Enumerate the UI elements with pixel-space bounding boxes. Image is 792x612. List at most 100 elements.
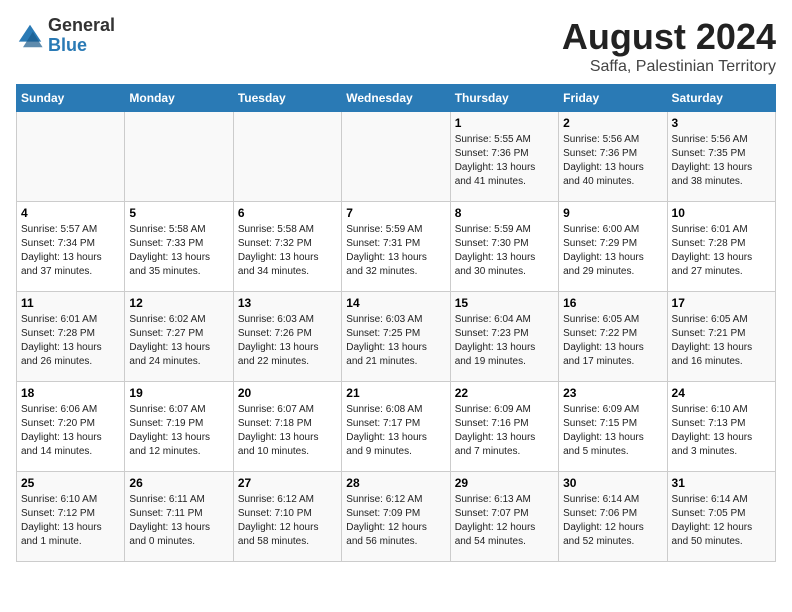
day-cell: 9Sunrise: 6:00 AMSunset: 7:29 PMDaylight… (559, 202, 667, 292)
day-info: Sunrise: 6:11 AMSunset: 7:11 PMDaylight:… (129, 493, 228, 549)
day-info: Sunrise: 6:05 AMSunset: 7:22 PMDaylight:… (563, 313, 662, 369)
day-cell: 12Sunrise: 6:02 AMSunset: 7:27 PMDayligh… (125, 292, 233, 382)
day-number: 11 (21, 296, 120, 310)
day-number: 18 (21, 386, 120, 400)
day-number: 8 (455, 206, 554, 220)
day-number: 22 (455, 386, 554, 400)
day-number: 29 (455, 476, 554, 490)
day-cell: 10 Sunrise: 6:01 AMSunset: 7:28 PMDayligh… (667, 202, 775, 292)
day-cell: 3Sunrise: 5:56 AMSunset: 7:35 PMDaylight… (667, 112, 775, 202)
day-number: 6 (238, 206, 337, 220)
week-row-2: 4 Sunrise: 5:57 AMSunset: 7:34 PMDaylight… (17, 202, 776, 292)
column-header-sunday: Sunday (17, 85, 125, 112)
day-cell: 1Sunrise: 5:55 AMSunset: 7:36 PMDaylight… (450, 112, 558, 202)
column-header-saturday: Saturday (667, 85, 775, 112)
day-cell: 18Sunrise: 6:06 AMSunset: 7:20 PMDayligh… (17, 382, 125, 472)
day-cell: 7 Sunrise: 5:59 AMSunset: 7:31 PMDaylight… (342, 202, 450, 292)
day-cell: 5 Sunrise: 5:58 AMSunset: 7:33 PMDaylight… (125, 202, 233, 292)
title-block: August 2024 Saffa, Palestinian Territory (562, 16, 776, 76)
day-number: 4 (21, 206, 120, 220)
day-cell: 19Sunrise: 6:07 AMSunset: 7:19 PMDayligh… (125, 382, 233, 472)
column-header-friday: Friday (559, 85, 667, 112)
day-cell (342, 112, 450, 202)
day-cell: 27 Sunrise: 6:12 AMSunset: 7:10 PMDayligh… (233, 472, 341, 562)
day-cell: 30 Sunrise: 6:14 AMSunset: 7:06 PMDayligh… (559, 472, 667, 562)
day-info: Sunrise: 6:04 AMSunset: 7:23 PMDaylight:… (455, 313, 554, 369)
logo-blue-text: Blue (48, 35, 87, 55)
main-title: August 2024 (562, 16, 776, 58)
day-cell (233, 112, 341, 202)
page-header: General Blue August 2024 Saffa, Palestin… (16, 16, 776, 76)
column-header-monday: Monday (125, 85, 233, 112)
day-number: 27 (238, 476, 337, 490)
day-number: 10 (672, 206, 771, 220)
week-row-4: 18Sunrise: 6:06 AMSunset: 7:20 PMDayligh… (17, 382, 776, 472)
day-cell: 16Sunrise: 6:05 AMSunset: 7:22 PMDayligh… (559, 292, 667, 382)
day-number: 30 (563, 476, 662, 490)
day-info: Sunrise: 6:12 AMSunset: 7:09 PMDaylight:… (346, 493, 445, 549)
day-cell: 25 Sunrise: 6:10 AMSunset: 7:12 PMDayligh… (17, 472, 125, 562)
day-number: 2 (563, 116, 662, 130)
day-number: 23 (563, 386, 662, 400)
day-cell: 31Sunrise: 6:14 AMSunset: 7:05 PMDayligh… (667, 472, 775, 562)
day-info: Sunrise: 6:00 AMSunset: 7:29 PMDaylight:… (563, 223, 662, 279)
day-info: Sunrise: 5:59 AMSunset: 7:31 PMDaylight:… (346, 223, 445, 279)
day-info: Sunrise: 6:01 AMSunset: 7:28 PMDaylight:… (21, 313, 120, 369)
day-number: 28 (346, 476, 445, 490)
day-info: Sunrise: 6:09 AMSunset: 7:15 PMDaylight:… (563, 403, 662, 459)
day-number: 15 (455, 296, 554, 310)
day-number: 20 (238, 386, 337, 400)
day-info: Sunrise: 6:10 AMSunset: 7:13 PMDaylight:… (672, 403, 771, 459)
day-cell: 23 Sunrise: 6:09 AMSunset: 7:15 PMDayligh… (559, 382, 667, 472)
day-number: 1 (455, 116, 554, 130)
day-number: 12 (129, 296, 228, 310)
day-info: Sunrise: 6:08 AMSunset: 7:17 PMDaylight:… (346, 403, 445, 459)
day-cell (125, 112, 233, 202)
day-info: Sunrise: 5:58 AMSunset: 7:32 PMDaylight:… (238, 223, 337, 279)
day-number: 21 (346, 386, 445, 400)
calendar-table: SundayMondayTuesdayWednesdayThursdayFrid… (16, 84, 776, 562)
logo: General Blue (16, 16, 115, 56)
column-header-thursday: Thursday (450, 85, 558, 112)
day-cell: 17 Sunrise: 6:05 AMSunset: 7:21 PMDayligh… (667, 292, 775, 382)
day-number: 24 (672, 386, 771, 400)
day-cell: 6 Sunrise: 5:58 AMSunset: 7:32 PMDaylight… (233, 202, 341, 292)
column-header-tuesday: Tuesday (233, 85, 341, 112)
day-number: 13 (238, 296, 337, 310)
day-cell: 4 Sunrise: 5:57 AMSunset: 7:34 PMDaylight… (17, 202, 125, 292)
column-header-wednesday: Wednesday (342, 85, 450, 112)
day-cell: 24 Sunrise: 6:10 AMSunset: 7:13 PMDayligh… (667, 382, 775, 472)
day-cell: 20Sunrise: 6:07 AMSunset: 7:18 PMDayligh… (233, 382, 341, 472)
day-number: 31 (672, 476, 771, 490)
day-info: Sunrise: 6:01 AMSunset: 7:28 PMDaylight:… (672, 223, 771, 279)
week-row-1: 1Sunrise: 5:55 AMSunset: 7:36 PMDaylight… (17, 112, 776, 202)
day-number: 5 (129, 206, 228, 220)
day-number: 14 (346, 296, 445, 310)
week-row-3: 11 Sunrise: 6:01 AMSunset: 7:28 PMDayligh… (17, 292, 776, 382)
day-cell: 29 Sunrise: 6:13 AMSunset: 7:07 PMDayligh… (450, 472, 558, 562)
day-info: Sunrise: 6:07 AMSunset: 7:19 PMDaylight:… (129, 403, 228, 459)
day-info: Sunrise: 5:57 AMSunset: 7:34 PMDaylight:… (21, 223, 120, 279)
day-cell: 11 Sunrise: 6:01 AMSunset: 7:28 PMDayligh… (17, 292, 125, 382)
day-cell: 14 Sunrise: 6:03 AMSunset: 7:25 PMDayligh… (342, 292, 450, 382)
day-info: Sunrise: 5:58 AMSunset: 7:33 PMDaylight:… (129, 223, 228, 279)
day-info: Sunrise: 6:05 AMSunset: 7:21 PMDaylight:… (672, 313, 771, 369)
day-cell: 28 Sunrise: 6:12 AMSunset: 7:09 PMDayligh… (342, 472, 450, 562)
day-info: Sunrise: 6:03 AMSunset: 7:25 PMDaylight:… (346, 313, 445, 369)
day-info: Sunrise: 6:03 AMSunset: 7:26 PMDaylight:… (238, 313, 337, 369)
day-number: 7 (346, 206, 445, 220)
day-info: Sunrise: 6:12 AMSunset: 7:10 PMDaylight:… (238, 493, 337, 549)
day-info: Sunrise: 5:56 AMSunset: 7:36 PMDaylight:… (563, 133, 662, 189)
day-number: 26 (129, 476, 228, 490)
subtitle: Saffa, Palestinian Territory (562, 58, 776, 76)
week-row-5: 25 Sunrise: 6:10 AMSunset: 7:12 PMDayligh… (17, 472, 776, 562)
day-info: Sunrise: 6:14 AMSunset: 7:06 PMDaylight:… (563, 493, 662, 549)
day-info: Sunrise: 6:10 AMSunset: 7:12 PMDaylight:… (21, 493, 120, 549)
day-cell: 2 Sunrise: 5:56 AMSunset: 7:36 PMDaylight… (559, 112, 667, 202)
day-cell: 21 Sunrise: 6:08 AMSunset: 7:17 PMDayligh… (342, 382, 450, 472)
logo-general-text: General (48, 15, 115, 35)
day-number: 17 (672, 296, 771, 310)
day-cell: 8Sunrise: 5:59 AMSunset: 7:30 PMDaylight… (450, 202, 558, 292)
day-info: Sunrise: 6:13 AMSunset: 7:07 PMDaylight:… (455, 493, 554, 549)
day-number: 25 (21, 476, 120, 490)
